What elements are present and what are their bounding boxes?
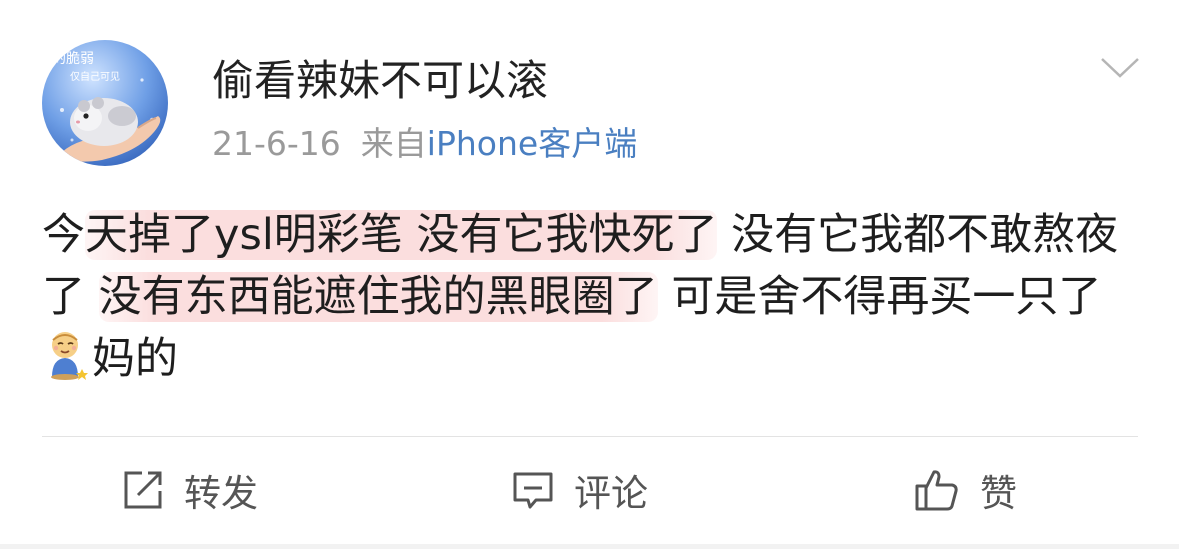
divider [42,436,1138,437]
avatar-caption-top: 的脆弱 [52,51,94,67]
text-segment: 今 [42,210,85,260]
praying-child-emoji [44,329,90,381]
comment-label: 评论 [574,472,648,515]
forward-label: 转发 [184,472,258,515]
post-date: 21-6-16 [212,124,341,163]
thumbs-up-icon [915,470,958,511]
highlighted-text: 天掉了ysl明彩笔 没有它我快死了 [85,210,718,260]
forward-button[interactable]: 转发 [122,464,258,516]
avatar-caption: 的脆弱 [52,48,94,68]
highlighted-text: 没有东西能遮住我的黑眼圈了 [98,272,658,322]
source-prefix: 来自 [360,124,427,163]
share-arrow-icon [124,471,162,509]
post-text: 今天掉了ysl明彩笔 没有它我快死了 没有它我都不敢熬夜了 没有东西能遮住我的黑… [42,204,1142,390]
avatar-caption-sub-text: 仅自己可见 [70,72,120,83]
source-link[interactable]: iPhone客户端 [427,124,637,163]
like-button[interactable]: 赞 [914,464,1017,516]
bottom-separator [0,544,1179,549]
chevron-down-icon[interactable] [1100,55,1140,81]
comment-bubble-icon [513,472,553,509]
post-meta: 21-6-16 来自iPhone客户端 [212,122,637,166]
username[interactable]: 偷看辣妹不可以滚 [212,53,548,109]
text-segment: 可是舍不得再买一只了 [657,272,1102,322]
comment-button[interactable]: 评论 [512,464,648,516]
avatar[interactable]: 的脆弱 仅自己可见 [42,40,168,166]
like-label: 赞 [980,472,1017,515]
text-segment: 妈的 [92,334,178,384]
avatar-caption-sub: 仅自己可见 [70,68,120,83]
